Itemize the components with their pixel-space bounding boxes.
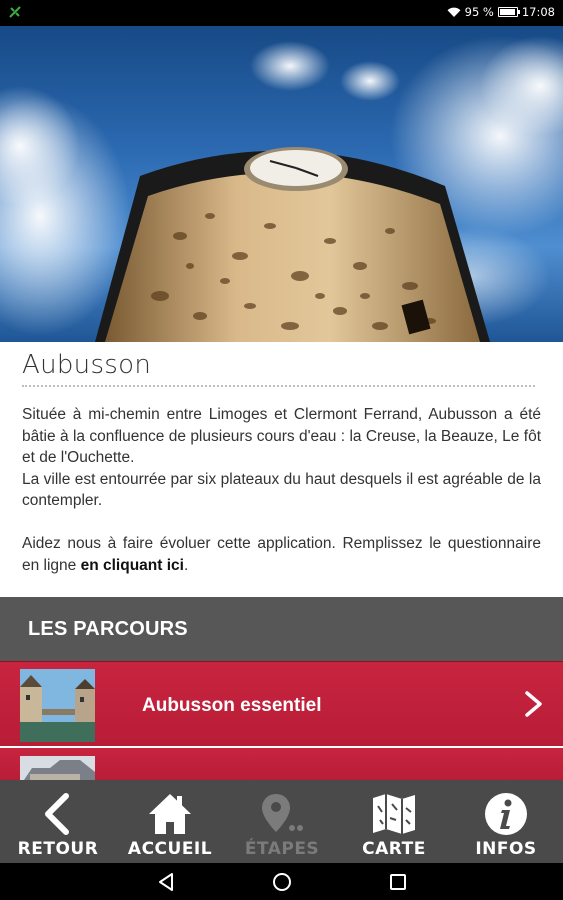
section-title: LES PARCOURS: [28, 618, 188, 640]
home-circle-icon[interactable]: [271, 871, 293, 893]
route-thumbnail: [20, 669, 95, 742]
survey-link[interactable]: en cliquant ici: [81, 557, 184, 574]
map-pin-icon: [262, 794, 303, 832]
nav-etapes[interactable]: ÉTAPES: [226, 780, 338, 863]
route-item-2[interactable]: [0, 748, 563, 786]
map-icon: [373, 794, 415, 834]
title-divider: [22, 385, 535, 387]
nav-label: CARTE: [362, 839, 426, 859]
battery-icon: [497, 7, 520, 17]
section-header: LES PARCOURS: [0, 597, 563, 661]
route-item-aubusson-essentiel[interactable]: Aubusson essentiel: [0, 661, 563, 746]
clock-tower-photo: [0, 36, 563, 342]
city-description: Située à mi-chemin entre Limoges et Cler…: [22, 404, 541, 576]
back-triangle-icon[interactable]: [155, 871, 177, 893]
nav-carte[interactable]: CARTE: [338, 780, 450, 863]
status-bar: 95 % 17:08: [0, 0, 563, 26]
battery-fill: [499, 9, 516, 15]
nav-infos[interactable]: INFOS: [450, 780, 562, 863]
description-paragraph-1: Située à mi-chemin entre Limoges et Cler…: [22, 406, 541, 466]
nav-retour[interactable]: RETOUR: [2, 780, 114, 863]
nav-label: ÉTAPES: [244, 839, 320, 859]
chevron-right-icon: [525, 691, 542, 717]
info-icon: [485, 793, 527, 835]
hero-image: [0, 26, 563, 342]
back-arrow-icon: [45, 793, 69, 835]
notification-app-icon: [9, 6, 21, 18]
home-icon: [149, 794, 191, 834]
status-right: 95 % 17:08: [447, 5, 555, 19]
city-description-panel: Aubusson Située à mi-chemin entre Limoge…: [0, 342, 563, 597]
route-label: Aubusson essentiel: [142, 695, 322, 716]
system-nav-bar: [0, 863, 563, 900]
clock: 17:08: [521, 5, 555, 19]
page-title: Aubusson: [22, 350, 152, 380]
survey-suffix: .: [183, 556, 189, 574]
battery-percent: 95 %: [464, 5, 494, 19]
survey-paragraph: Aidez nous à faire évoluer cette applica…: [22, 533, 541, 576]
bottom-nav: RETOUR ACCUEIL ÉTAPES CARTE INFOS: [0, 780, 563, 863]
nav-label: INFOS: [475, 839, 537, 859]
nav-label: ACCUEIL: [127, 839, 213, 859]
recents-square-icon[interactable]: [387, 871, 409, 893]
wifi-icon: [447, 7, 461, 17]
nav-label: RETOUR: [17, 839, 99, 859]
nav-accueil[interactable]: ACCUEIL: [114, 780, 226, 863]
description-paragraph-2: La ville est entourrée par six plateaux …: [22, 470, 541, 510]
